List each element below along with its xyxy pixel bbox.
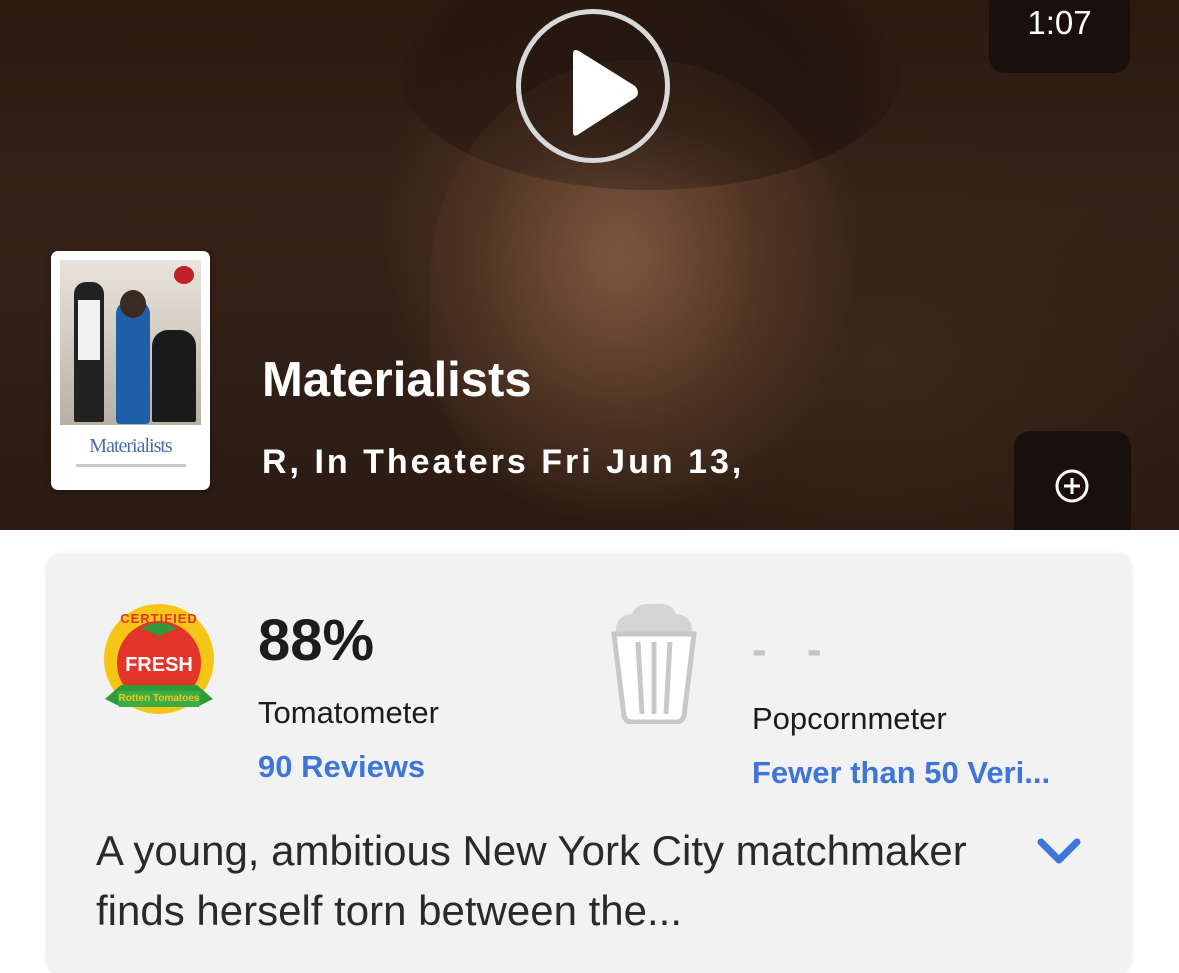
movie-rating-release: R, In Theaters Fri Jun 13, (262, 443, 745, 481)
video-duration: 1:07 (1027, 4, 1092, 41)
tomatometer-reviews-link[interactable]: 90 Reviews (258, 749, 425, 785)
add-to-watchlist-button[interactable] (1014, 431, 1131, 530)
plus-circle-icon (1055, 469, 1089, 503)
poster-credits (75, 464, 186, 467)
movie-synopsis[interactable]: A young, ambitious New York City matchma… (96, 821, 1016, 941)
badge-certified-text: CERTIFIED (120, 611, 198, 626)
poster-figure-shirt (78, 300, 100, 360)
badge-brand-text: Rotten Tomatoes (119, 693, 200, 704)
poster-figure (152, 330, 196, 422)
trailer-hero[interactable]: 1:07 Materialists Materialists R, In The… (0, 0, 1179, 530)
poster-image (60, 260, 201, 425)
tomatometer-score: 88% (258, 608, 375, 673)
empty-popcorn-bucket-icon[interactable] (608, 600, 700, 724)
poster-title: Materialists (89, 435, 172, 457)
poster-balloon (174, 266, 194, 284)
video-duration-badge: 1:07 (989, 0, 1130, 73)
poster-figure-dress (116, 300, 150, 424)
certified-fresh-icon[interactable]: CERTIFIED FRESH Rotten Tomatoes (101, 601, 217, 725)
movie-title: Materialists (262, 353, 532, 407)
poster-figure-head (120, 290, 146, 318)
badge-fresh-text: FRESH (125, 654, 193, 676)
popcornmeter-reviews-link[interactable]: Fewer than 50 Veri... (752, 755, 1082, 791)
popcornmeter-label: Popcornmeter (752, 701, 947, 736)
tomatometer-label: Tomatometer (258, 695, 439, 730)
play-trailer-button[interactable] (516, 9, 670, 163)
popcornmeter-score: - - (752, 625, 836, 674)
chevron-down-icon[interactable] (1035, 834, 1083, 868)
movie-poster[interactable]: Materialists (51, 251, 210, 490)
play-icon (573, 50, 638, 136)
